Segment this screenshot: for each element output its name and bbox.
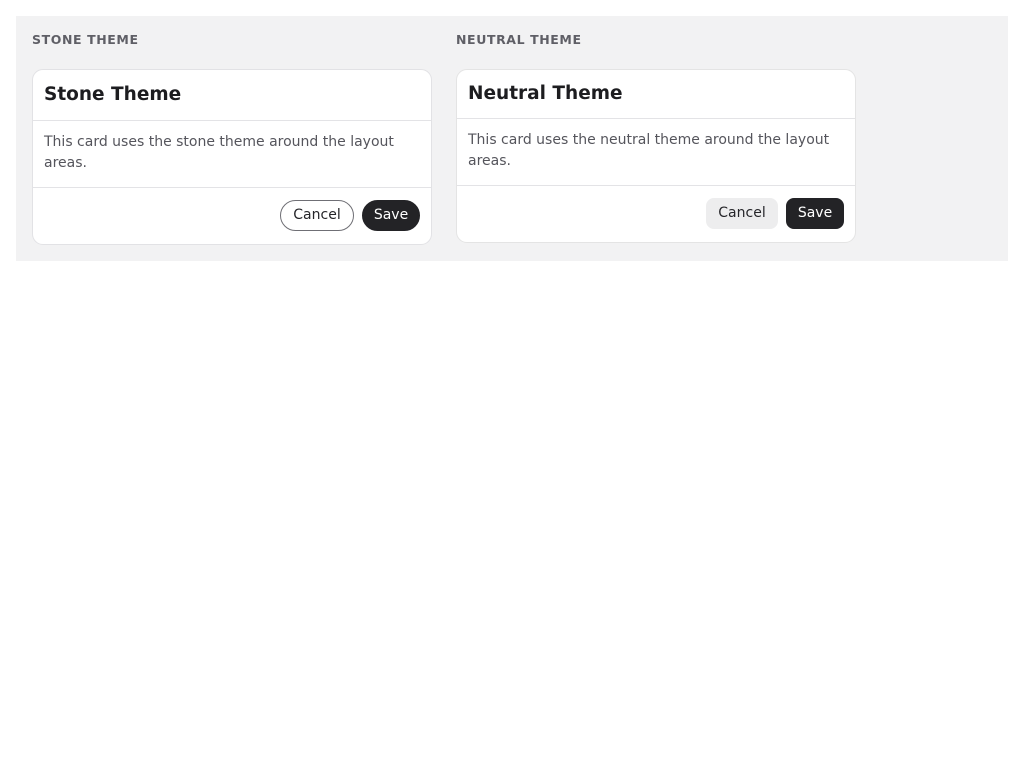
section-label-neutral: NEUTRAL THEME [456, 32, 582, 47]
card-title: Stone Theme [44, 84, 182, 105]
cancel-button[interactable]: Cancel [280, 200, 354, 231]
card-footer: Cancel Save [457, 186, 855, 241]
card-header: Stone Theme [33, 70, 431, 121]
card-header: Neutral Theme [457, 70, 855, 119]
card-description: This card uses the stone theme around th… [44, 134, 394, 171]
theme-preview-panel: STONE THEME Stone Theme This card uses t… [16, 16, 1008, 261]
card-body: This card uses the stone theme around th… [33, 121, 431, 188]
stone-theme-card: Stone Theme This card uses the stone the… [32, 69, 432, 245]
neutral-theme-card: Neutral Theme This card uses the neutral… [456, 69, 856, 243]
save-button[interactable]: Save [362, 200, 420, 231]
card-title: Neutral Theme [468, 83, 623, 104]
section-label-stone: STONE THEME [32, 32, 139, 47]
card-description: This card uses the neutral theme around … [468, 132, 830, 169]
save-button[interactable]: Save [786, 198, 844, 229]
card-body: This card uses the neutral theme around … [457, 119, 855, 186]
cancel-button[interactable]: Cancel [706, 198, 778, 229]
card-footer: Cancel Save [33, 188, 431, 243]
